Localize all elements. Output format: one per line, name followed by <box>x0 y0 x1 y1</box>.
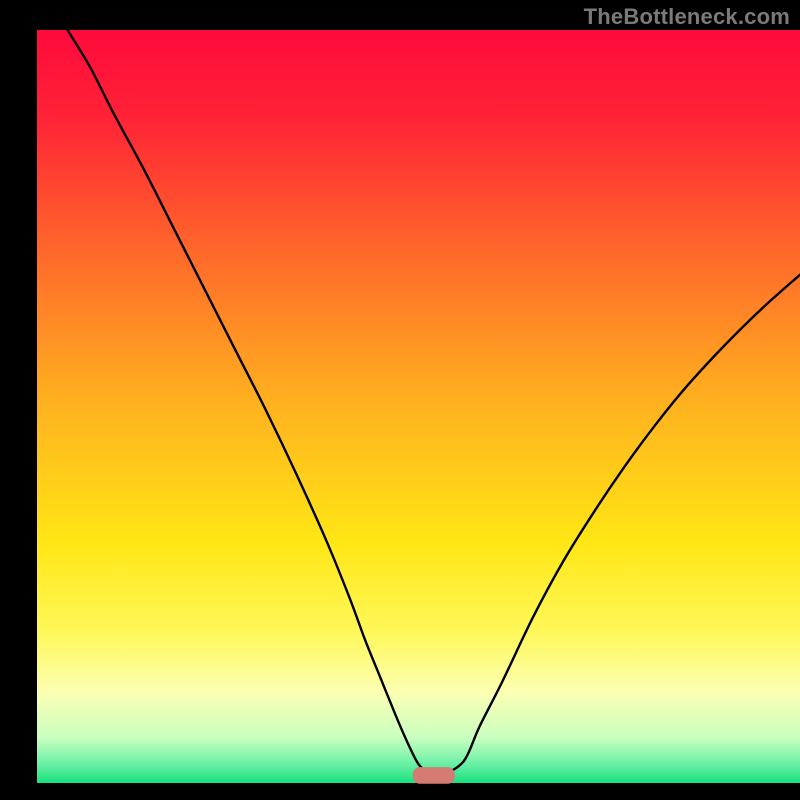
bottleneck-chart: TheBottleneck.com <box>0 0 800 800</box>
optimal-marker <box>413 767 455 784</box>
plot-background <box>37 30 800 783</box>
chart-svg <box>0 0 800 800</box>
watermark-text: TheBottleneck.com <box>584 4 790 30</box>
